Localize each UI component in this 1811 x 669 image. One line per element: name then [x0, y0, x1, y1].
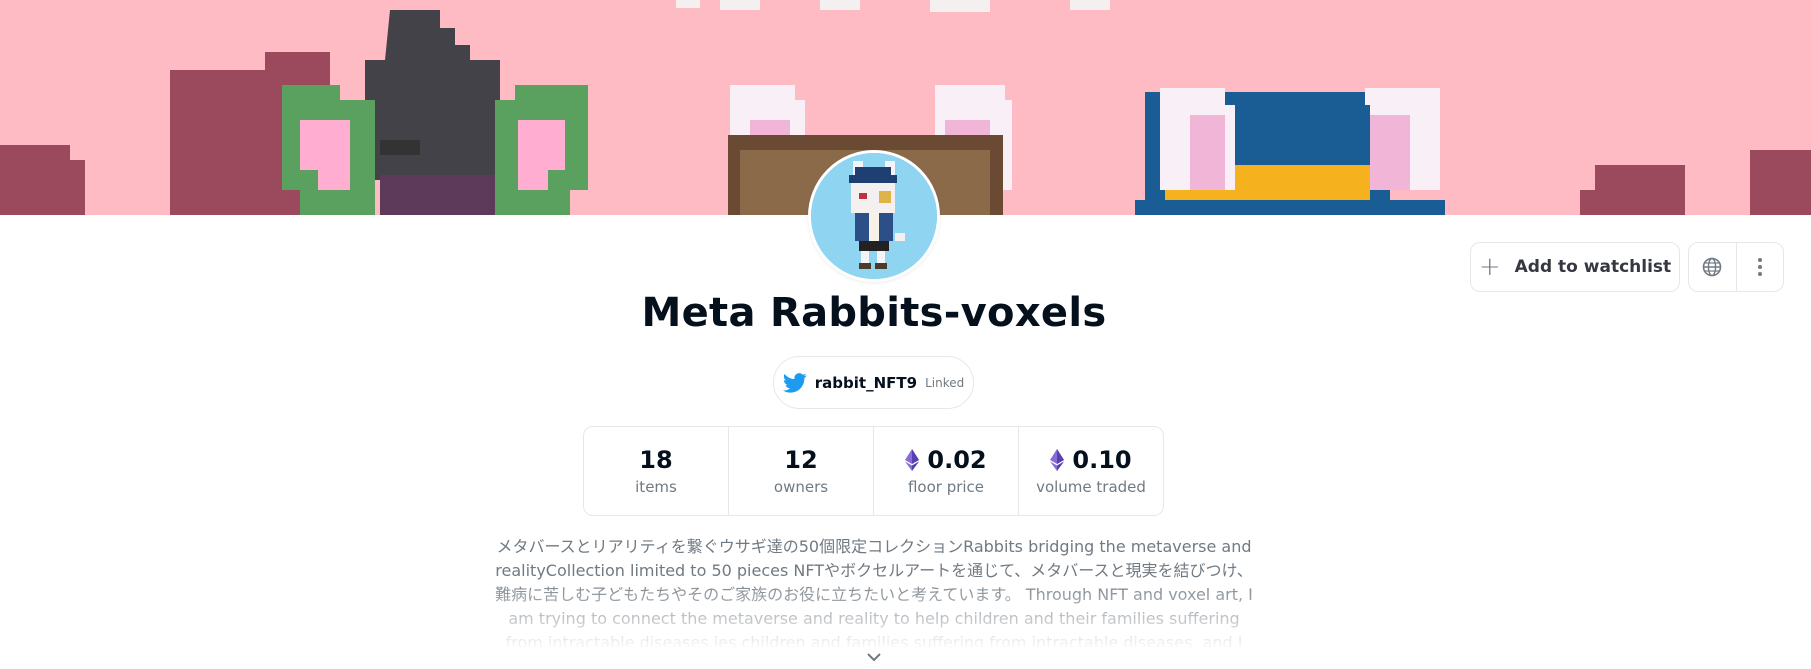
stat-volume-traded[interactable]: 0.10 volume traded — [1018, 427, 1163, 515]
expand-description-button[interactable] — [862, 648, 886, 666]
stat-label: volume traded — [1036, 478, 1146, 496]
stat-value: 12 — [784, 446, 818, 474]
description-line: 難病に苦しむ子どもたちやそのご家族のお役に立ちたいと考えています。 Throug… — [495, 585, 1253, 604]
more-vertical-icon — [1757, 258, 1762, 276]
description-line: am trying to connect the metaverse and r… — [508, 609, 1240, 628]
collection-avatar — [808, 150, 940, 282]
ethereum-icon — [905, 449, 920, 471]
stat-value: 18 — [639, 446, 673, 474]
description-line: メタバースとリアリティを繋ぐウサギ達の50個限定コレクションRabbits br… — [496, 537, 1252, 556]
add-to-watchlist-button[interactable]: + Add to watchlist — [1470, 242, 1680, 292]
stat-value: 0.10 — [1072, 446, 1132, 474]
watchlist-label: Add to watchlist — [1514, 257, 1672, 277]
twitter-link[interactable]: rabbit_NFT9 Linked — [773, 356, 974, 409]
twitter-handle: rabbit_NFT9 — [814, 373, 918, 392]
stat-label: items — [635, 478, 677, 496]
website-button[interactable] — [1689, 243, 1736, 291]
description-line: from intractable diseases.ies children a… — [505, 633, 1243, 647]
stat-label: floor price — [907, 478, 985, 496]
collection-description: メタバースとリアリティを繋ぐウサギ達の50個限定コレクションRabbits br… — [493, 535, 1255, 647]
stat-floor-price[interactable]: 0.02 floor price — [873, 427, 1018, 515]
twitter-icon — [782, 372, 807, 393]
ethereum-icon — [1050, 449, 1065, 471]
stat-value-row: 0.02 — [905, 446, 987, 474]
chevron-down-icon — [867, 652, 881, 661]
collection-title: Meta Rabbits-voxels — [641, 290, 1107, 336]
collection-stats: 18 items 12 owners 0.02 floor price 0.10… — [583, 426, 1164, 516]
stat-value-row: 0.10 — [1050, 446, 1132, 474]
stat-label: owners — [773, 478, 829, 496]
rabbit-avatar-illustration — [811, 153, 937, 279]
collection-actions — [1688, 242, 1784, 292]
description-line: realityCollection limited to 50 pieces N… — [495, 561, 1253, 580]
twitter-linked-status: Linked — [925, 375, 965, 390]
globe-icon — [1703, 257, 1722, 277]
more-options-button[interactable] — [1735, 243, 1783, 291]
plus-icon: + — [1478, 252, 1501, 282]
stat-items[interactable]: 18 items — [584, 427, 728, 515]
stat-value: 0.02 — [927, 446, 987, 474]
stat-owners[interactable]: 12 owners — [728, 427, 873, 515]
